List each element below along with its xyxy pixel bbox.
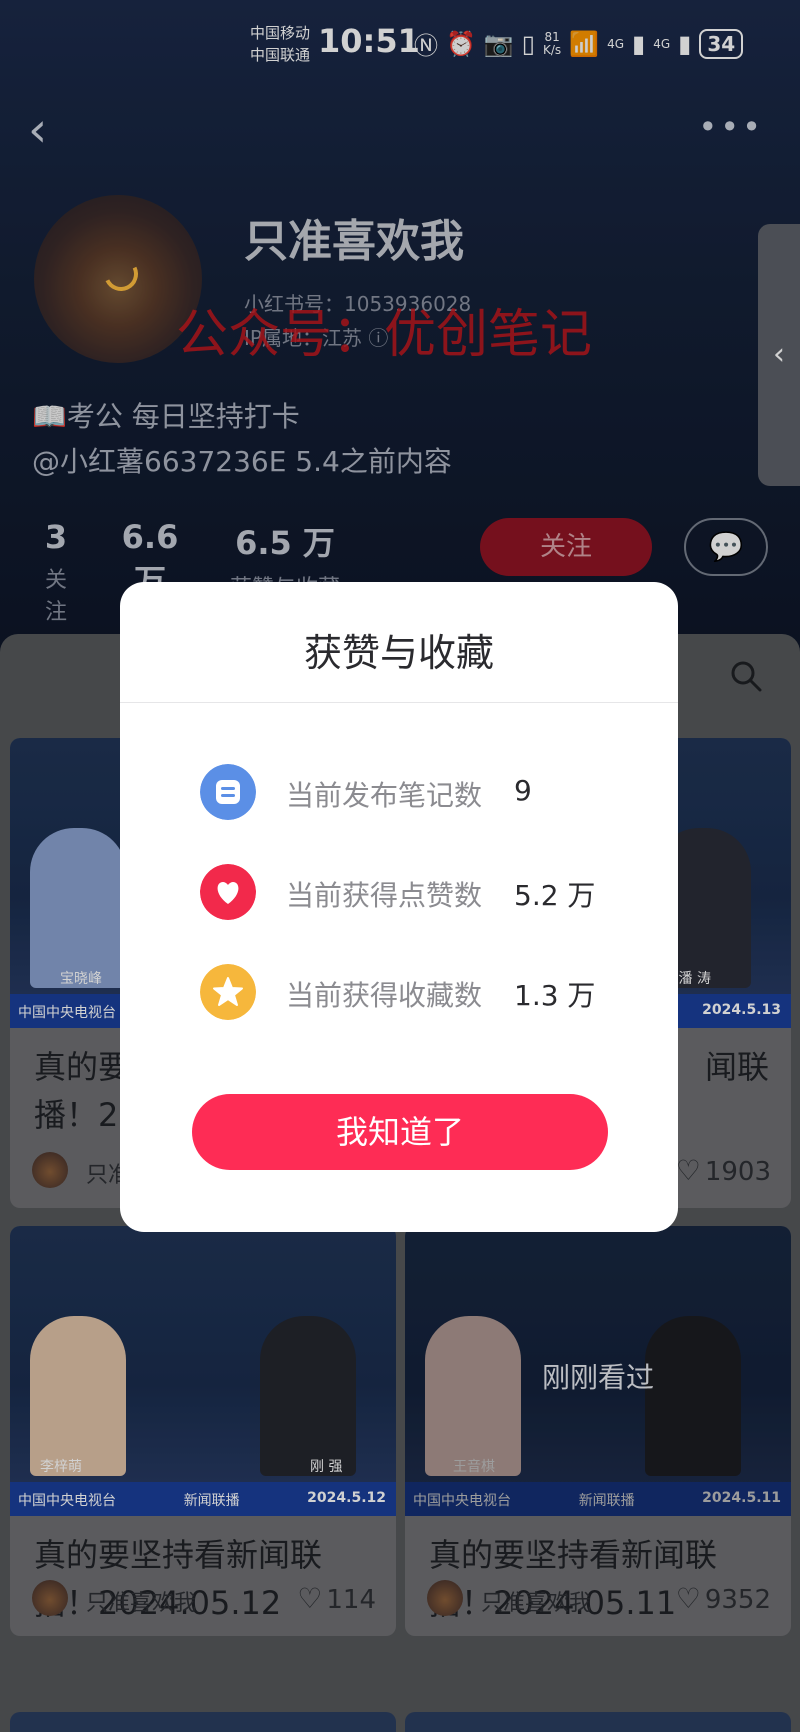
stat-row-value: 5.2 万 (514, 879, 596, 912)
stat-row-label: 当前获得点赞数 (286, 879, 483, 912)
stat-row-value: 1.3 万 (514, 979, 596, 1012)
stat-row-value: 9 (514, 774, 532, 807)
dialog-title: 获赞与收藏 (303, 631, 494, 675)
dialog-divider (120, 702, 678, 703)
stat-row-label: 当前发布笔记数 (286, 779, 483, 812)
stats-dialog: 获赞与收藏 当前发布笔记数 9 当前获得点赞数 5.2 万 当前获得收藏数 1.… (120, 582, 678, 1232)
heart-icon (200, 864, 256, 920)
stat-row-label: 当前获得收藏数 (286, 979, 483, 1012)
got-it-button[interactable]: 我知道了 (192, 1094, 608, 1170)
star-icon (200, 964, 256, 1020)
note-icon (200, 764, 256, 820)
